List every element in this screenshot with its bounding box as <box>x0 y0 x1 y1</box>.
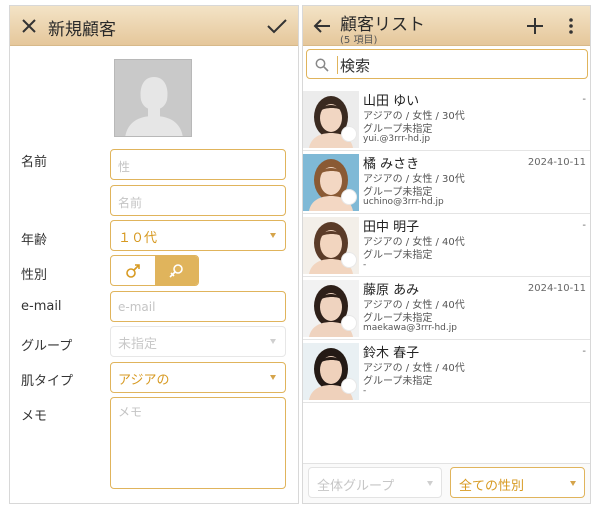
list-item[interactable]: 藤原 あみ アジアの / 女性 / 40代 グループ未指定 maekawa@3r… <box>303 277 590 340</box>
group-label: グループ <box>21 339 73 354</box>
email-placeholder: e-mail <box>118 300 156 314</box>
chevron-down-icon <box>427 481 433 486</box>
customer-date: - <box>582 346 586 357</box>
customer-email: uchino@3rrr-hd.jp <box>363 197 444 207</box>
customer-email: - <box>363 260 367 270</box>
group-value: 未指定 <box>118 337 158 352</box>
customer-group: グループ未指定 <box>363 250 433 261</box>
memo-textarea[interactable]: メモ <box>110 397 286 489</box>
chevron-down-icon <box>270 339 276 344</box>
memo-placeholder: メモ <box>118 405 143 419</box>
female-button[interactable] <box>154 256 198 285</box>
customer-email: maekawa@3rrr-hd.jp <box>363 323 457 333</box>
select-circle[interactable] <box>341 189 357 205</box>
group-filter-value: 全体グループ <box>317 479 395 494</box>
last-name-placeholder: 性 <box>118 160 131 174</box>
gender-label: 性別 <box>21 268 48 283</box>
add-icon[interactable] <box>518 6 552 46</box>
customer-group: グループ未指定 <box>363 376 433 387</box>
filter-bar: 全体グループ 全ての性別 <box>303 463 590 503</box>
skin-type-label: 肌タイプ <box>21 374 74 389</box>
customer-group: グループ未指定 <box>363 187 433 198</box>
gender-filter-select[interactable]: 全ての性別 <box>450 467 585 498</box>
new-customer-appbar: 新規顧客 <box>10 6 298 46</box>
skin-type-value: アジアの <box>118 373 170 388</box>
memo-label: メモ <box>21 409 48 424</box>
more-vert-icon[interactable] <box>554 6 588 46</box>
customer-group: グループ未指定 <box>363 313 433 324</box>
skin-type-select[interactable]: アジアの <box>110 362 286 393</box>
customer-date: - <box>582 94 586 105</box>
select-circle[interactable] <box>341 126 357 142</box>
customer-group: グループ未指定 <box>363 124 433 135</box>
text-cursor <box>337 56 338 74</box>
search-placeholder: 検索 <box>340 57 371 75</box>
list-item[interactable]: 橘 みさき アジアの / 女性 / 30代 グループ未指定 uchino@3rr… <box>303 151 590 214</box>
first-name-field[interactable]: 名前 <box>110 185 286 216</box>
group-select[interactable]: 未指定 <box>110 326 286 357</box>
customer-list: 山田 ゆい アジアの / 女性 / 30代 グループ未指定 yui.@3rrr-… <box>303 88 590 403</box>
age-label: 年齢 <box>21 233 48 248</box>
customer-email: yui.@3rrr-hd.jp <box>363 134 431 144</box>
email-field[interactable]: e-mail <box>110 291 286 322</box>
select-circle[interactable] <box>341 252 357 268</box>
customer-list-appbar: 顧客リスト (5 項目) <box>303 6 590 46</box>
chevron-down-icon <box>570 481 576 486</box>
list-item[interactable]: 田中 明子 アジアの / 女性 / 40代 グループ未指定 - - <box>303 214 590 277</box>
customer-email: - <box>363 386 367 396</box>
back-arrow-icon[interactable] <box>305 6 339 46</box>
last-name-field[interactable]: 性 <box>110 149 286 180</box>
close-icon[interactable] <box>12 6 46 46</box>
customer-date: 2024-10-11 <box>527 157 586 168</box>
gender-filter-value: 全ての性別 <box>459 479 525 494</box>
new-customer-screen: 新規顧客 名前 性 名前 年齢 １０代 性別 e-mail e-mail グルー… <box>9 5 299 504</box>
customer-list-screen: 顧客リスト (5 項目) 検索 山田 ゆい アジアの / 女性 / 30代 グル… <box>302 5 591 504</box>
female-icon <box>169 263 184 278</box>
search-icon <box>315 58 329 72</box>
first-name-placeholder: 名前 <box>118 196 143 210</box>
page-title: 新規顧客 <box>48 20 116 40</box>
name-label: 名前 <box>21 155 48 170</box>
gender-toggle <box>110 255 199 286</box>
age-value: １０代 <box>118 231 158 246</box>
male-button[interactable] <box>111 256 155 285</box>
list-item[interactable]: 山田 ゆい アジアの / 女性 / 30代 グループ未指定 yui.@3rrr-… <box>303 88 590 151</box>
customer-date: 2024-10-11 <box>527 283 586 294</box>
age-select[interactable]: １０代 <box>110 220 286 251</box>
list-item[interactable]: 鈴木 春子 アジアの / 女性 / 40代 グループ未指定 - - <box>303 340 590 403</box>
select-circle[interactable] <box>341 378 357 394</box>
customer-date: - <box>582 220 586 231</box>
select-circle[interactable] <box>341 315 357 331</box>
chevron-down-icon <box>270 233 276 238</box>
male-icon <box>125 263 140 278</box>
avatar-placeholder-icon[interactable] <box>114 59 192 137</box>
group-filter-select[interactable]: 全体グループ <box>308 467 442 498</box>
chevron-down-icon <box>270 375 276 380</box>
search-input[interactable]: 検索 <box>306 49 588 79</box>
check-icon[interactable] <box>260 6 294 46</box>
item-count: (5 項目) <box>340 35 378 46</box>
email-label: e-mail <box>21 299 62 314</box>
